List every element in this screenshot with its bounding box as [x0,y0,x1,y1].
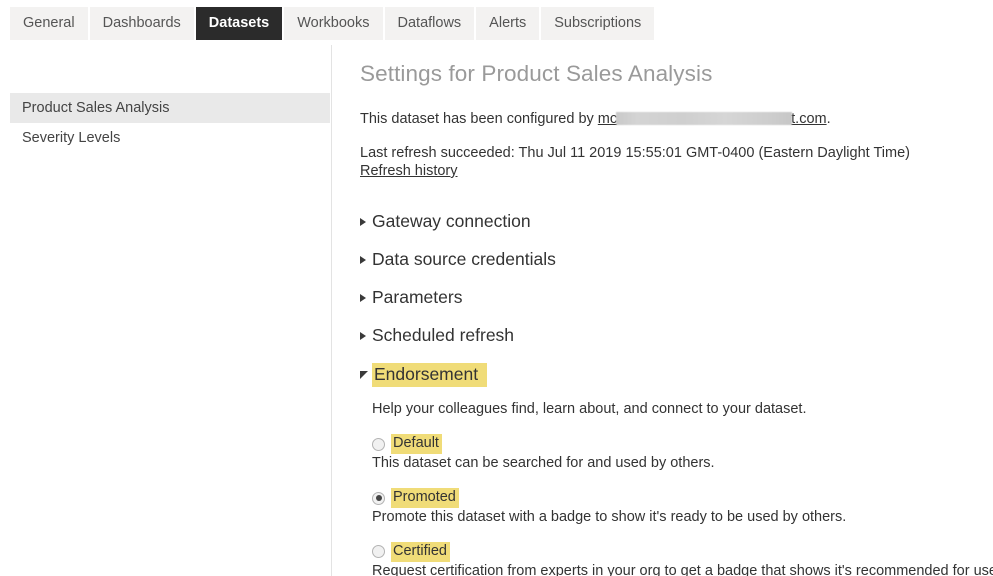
radio-description-default: This dataset can be searched for and use… [372,455,715,472]
tab-general[interactable]: General [10,7,88,40]
section-data-source-credentials: Data source credentials [360,249,993,271]
configured-by-line: This dataset has been configured by mc t.… [360,111,993,127]
section-scheduled-refresh-header[interactable]: Scheduled refresh [360,325,993,347]
section-title: Endorsement [372,362,488,388]
section-parameters: Parameters [360,287,993,309]
endorsement-body: Help your colleagues find, learn about, … [360,387,993,576]
configured-by-suffix: . [826,111,831,127]
section-title: Data source credentials [372,248,556,269]
tab-datasets[interactable]: Datasets [195,7,283,40]
radio-option-default[interactable]: Default [372,434,993,455]
radio-option-certified[interactable]: Certified [372,542,993,562]
tab-dashboards[interactable]: Dashboards [89,7,194,40]
radio-button-certified-icon[interactable] [372,545,385,559]
radio-button-default-icon[interactable] [372,437,385,451]
refresh-history-link[interactable]: Refresh history [360,163,458,179]
dataset-list-sidebar: Product Sales Analysis Severity Levels [0,45,332,576]
section-title: Parameters [372,286,463,307]
tab-alerts[interactable]: Alerts [476,7,540,40]
section-data-source-credentials-header[interactable]: Data source credentials [360,249,993,271]
chevron-right-icon [360,218,371,226]
endorsement-description: Help your colleagues find, learn about, … [372,401,807,418]
section-gateway-connection-header[interactable]: Gateway connection [360,211,993,233]
radio-label-certified: Certified [391,542,450,562]
section-scheduled-refresh: Scheduled refresh [360,325,993,347]
sidebar-top-spacer [0,45,331,93]
radio-description-promoted: Promote this dataset with a badge to sho… [372,509,847,526]
section-gateway-connection: Gateway connection [360,211,993,233]
tab-dataflows[interactable]: Dataflows [384,7,475,40]
page-title: Settings for Product Sales Analysis [360,61,713,86]
section-parameters-header[interactable]: Parameters [360,287,993,309]
chevron-down-icon [360,371,371,379]
chevron-right-icon [360,256,371,264]
chevron-right-icon [360,294,371,302]
configured-by-prefix: This dataset has been configured by [360,111,598,127]
email-visible-end: t.com [791,111,827,127]
configured-by-email-link[interactable]: mc t.com [598,111,827,127]
radio-button-promoted-icon[interactable] [372,491,385,505]
radio-label-default: Default [391,434,442,455]
sidebar-item-label: Severity Levels [22,130,121,146]
last-refresh-status: Last refresh succeeded: Thu Jul 11 2019 … [360,145,910,161]
email-visible-start: mc [597,111,618,127]
tab-subscriptions[interactable]: Subscriptions [541,7,655,40]
section-title: Scheduled refresh [372,324,515,345]
radio-label-promoted: Promoted [391,488,459,509]
section-endorsement-header[interactable]: Endorsement [360,362,993,388]
section-endorsement: Endorsement Help your colleagues find, l… [360,362,993,576]
tab-workbooks[interactable]: Workbooks [284,7,383,40]
chevron-right-icon [360,332,371,340]
sidebar-item-label: Product Sales Analysis [22,100,170,116]
settings-tab-bar: General Dashboards Datasets Workbooks Da… [10,7,656,40]
redaction-box [616,112,793,125]
sidebar-item-severity-levels[interactable]: Severity Levels [10,123,331,153]
section-title: Gateway connection [372,211,531,231]
sidebar-item-product-sales-analysis[interactable]: Product Sales Analysis [10,93,330,123]
radio-description-certified: Request certification from experts in yo… [372,562,993,576]
settings-main-pane: Settings for Product Sales Analysis This… [333,45,993,576]
radio-option-promoted[interactable]: Promoted [372,488,993,509]
